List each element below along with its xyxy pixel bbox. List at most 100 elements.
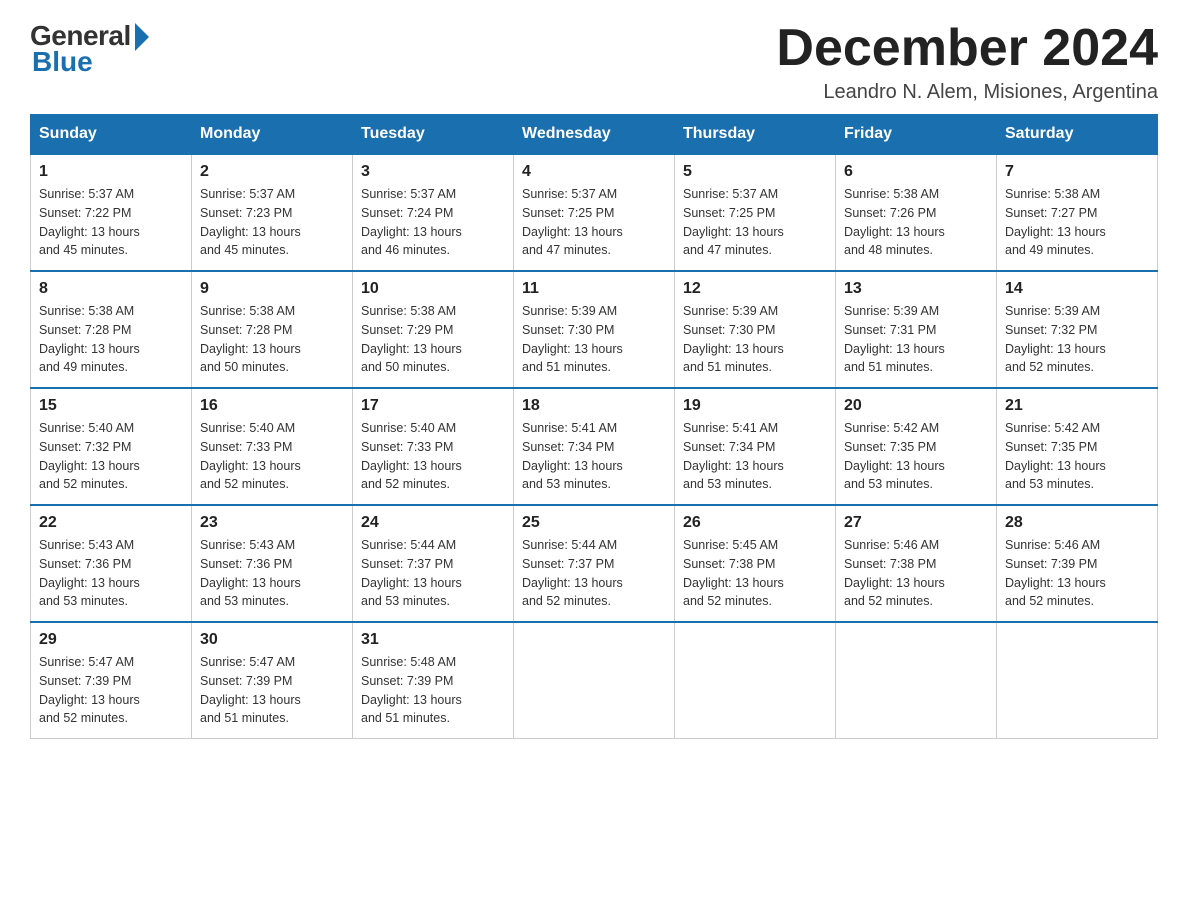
day-cell-8: 8 Sunrise: 5:38 AMSunset: 7:28 PMDaylight… — [31, 271, 192, 388]
day-number: 26 — [683, 514, 827, 532]
day-info: Sunrise: 5:42 AMSunset: 7:35 PMDaylight:… — [1005, 419, 1149, 494]
day-number: 3 — [361, 163, 505, 181]
header-thursday: Thursday — [675, 115, 836, 155]
day-info: Sunrise: 5:43 AMSunset: 7:36 PMDaylight:… — [200, 536, 344, 611]
day-number: 7 — [1005, 163, 1149, 181]
day-number: 8 — [39, 280, 183, 298]
day-info: Sunrise: 5:48 AMSunset: 7:39 PMDaylight:… — [361, 653, 505, 728]
day-cell-6: 6 Sunrise: 5:38 AMSunset: 7:26 PMDaylight… — [836, 154, 997, 271]
day-cell-9: 9 Sunrise: 5:38 AMSunset: 7:28 PMDaylight… — [192, 271, 353, 388]
day-info: Sunrise: 5:44 AMSunset: 7:37 PMDaylight:… — [361, 536, 505, 611]
day-number: 18 — [522, 397, 666, 415]
day-cell-24: 24 Sunrise: 5:44 AMSunset: 7:37 PMDayligh… — [353, 505, 514, 622]
title-section: December 2024 Leandro N. Alem, Misiones,… — [776, 20, 1158, 104]
day-cell-4: 4 Sunrise: 5:37 AMSunset: 7:25 PMDaylight… — [514, 154, 675, 271]
day-info: Sunrise: 5:38 AMSunset: 7:28 PMDaylight:… — [39, 302, 183, 377]
day-cell-23: 23 Sunrise: 5:43 AMSunset: 7:36 PMDayligh… — [192, 505, 353, 622]
day-cell-5: 5 Sunrise: 5:37 AMSunset: 7:25 PMDaylight… — [675, 154, 836, 271]
day-number: 9 — [200, 280, 344, 298]
day-cell-18: 18 Sunrise: 5:41 AMSunset: 7:34 PMDayligh… — [514, 388, 675, 505]
day-cell-19: 19Sunrise: 5:41 AMSunset: 7:34 PMDayligh… — [675, 388, 836, 505]
empty-cell — [514, 622, 675, 739]
day-info: Sunrise: 5:37 AMSunset: 7:25 PMDaylight:… — [683, 185, 827, 260]
page-header: General Blue December 2024 Leandro N. Al… — [30, 20, 1158, 104]
day-cell-17: 17 Sunrise: 5:40 AMSunset: 7:33 PMDayligh… — [353, 388, 514, 505]
day-cell-12: 12 Sunrise: 5:39 AMSunset: 7:30 PMDayligh… — [675, 271, 836, 388]
day-number: 23 — [200, 514, 344, 532]
day-info: Sunrise: 5:37 AMSunset: 7:22 PMDaylight:… — [39, 185, 183, 260]
logo-arrow-icon — [135, 23, 149, 51]
day-cell-10: 10Sunrise: 5:38 AMSunset: 7:29 PMDayligh… — [353, 271, 514, 388]
week-row-2: 8 Sunrise: 5:38 AMSunset: 7:28 PMDaylight… — [31, 271, 1158, 388]
day-info: Sunrise: 5:38 AMSunset: 7:29 PMDaylight:… — [361, 302, 505, 377]
day-info: Sunrise: 5:39 AMSunset: 7:31 PMDaylight:… — [844, 302, 988, 377]
day-info: Sunrise: 5:42 AMSunset: 7:35 PMDaylight:… — [844, 419, 988, 494]
day-cell-14: 14 Sunrise: 5:39 AMSunset: 7:32 PMDayligh… — [997, 271, 1158, 388]
header-friday: Friday — [836, 115, 997, 155]
day-info: Sunrise: 5:40 AMSunset: 7:32 PMDaylight:… — [39, 419, 183, 494]
day-number: 12 — [683, 280, 827, 298]
day-cell-21: 21Sunrise: 5:42 AMSunset: 7:35 PMDayligh… — [997, 388, 1158, 505]
empty-cell — [836, 622, 997, 739]
week-row-4: 22 Sunrise: 5:43 AMSunset: 7:36 PMDayligh… — [31, 505, 1158, 622]
header-saturday: Saturday — [997, 115, 1158, 155]
day-cell-31: 31 Sunrise: 5:48 AMSunset: 7:39 PMDayligh… — [353, 622, 514, 739]
day-cell-11: 11 Sunrise: 5:39 AMSunset: 7:30 PMDayligh… — [514, 271, 675, 388]
calendar-table: SundayMondayTuesdayWednesdayThursdayFrid… — [30, 114, 1158, 739]
day-info: Sunrise: 5:40 AMSunset: 7:33 PMDaylight:… — [200, 419, 344, 494]
day-cell-16: 16 Sunrise: 5:40 AMSunset: 7:33 PMDayligh… — [192, 388, 353, 505]
day-info: Sunrise: 5:46 AMSunset: 7:39 PMDaylight:… — [1005, 536, 1149, 611]
logo: General Blue — [30, 20, 149, 78]
day-info: Sunrise: 5:43 AMSunset: 7:36 PMDaylight:… — [39, 536, 183, 611]
day-info: Sunrise: 5:38 AMSunset: 7:27 PMDaylight:… — [1005, 185, 1149, 260]
day-number: 31 — [361, 631, 505, 649]
day-info: Sunrise: 5:37 AMSunset: 7:23 PMDaylight:… — [200, 185, 344, 260]
day-cell-26: 26 Sunrise: 5:45 AMSunset: 7:38 PMDayligh… — [675, 505, 836, 622]
header-tuesday: Tuesday — [353, 115, 514, 155]
day-number: 30 — [200, 631, 344, 649]
logo-blue-text: Blue — [32, 46, 93, 78]
day-number: 14 — [1005, 280, 1149, 298]
day-cell-3: 3Sunrise: 5:37 AMSunset: 7:24 PMDaylight… — [353, 154, 514, 271]
day-info: Sunrise: 5:39 AMSunset: 7:30 PMDaylight:… — [522, 302, 666, 377]
day-info: Sunrise: 5:39 AMSunset: 7:30 PMDaylight:… — [683, 302, 827, 377]
day-number: 11 — [522, 280, 666, 298]
day-info: Sunrise: 5:44 AMSunset: 7:37 PMDaylight:… — [522, 536, 666, 611]
day-number: 28 — [1005, 514, 1149, 532]
day-number: 6 — [844, 163, 988, 181]
header-monday: Monday — [192, 115, 353, 155]
week-row-1: 1 Sunrise: 5:37 AMSunset: 7:22 PMDaylight… — [31, 154, 1158, 271]
day-info: Sunrise: 5:41 AMSunset: 7:34 PMDaylight:… — [522, 419, 666, 494]
day-info: Sunrise: 5:45 AMSunset: 7:38 PMDaylight:… — [683, 536, 827, 611]
day-number: 13 — [844, 280, 988, 298]
day-cell-22: 22 Sunrise: 5:43 AMSunset: 7:36 PMDayligh… — [31, 505, 192, 622]
day-number: 29 — [39, 631, 183, 649]
location: Leandro N. Alem, Misiones, Argentina — [776, 81, 1158, 104]
day-cell-25: 25 Sunrise: 5:44 AMSunset: 7:37 PMDayligh… — [514, 505, 675, 622]
day-cell-29: 29 Sunrise: 5:47 AMSunset: 7:39 PMDayligh… — [31, 622, 192, 739]
day-number: 4 — [522, 163, 666, 181]
day-number: 22 — [39, 514, 183, 532]
day-number: 1 — [39, 163, 183, 181]
day-info: Sunrise: 5:46 AMSunset: 7:38 PMDaylight:… — [844, 536, 988, 611]
day-cell-2: 2Sunrise: 5:37 AMSunset: 7:23 PMDaylight… — [192, 154, 353, 271]
day-info: Sunrise: 5:39 AMSunset: 7:32 PMDaylight:… — [1005, 302, 1149, 377]
day-info: Sunrise: 5:38 AMSunset: 7:26 PMDaylight:… — [844, 185, 988, 260]
day-number: 24 — [361, 514, 505, 532]
day-number: 5 — [683, 163, 827, 181]
day-number: 19 — [683, 397, 827, 415]
day-number: 17 — [361, 397, 505, 415]
day-info: Sunrise: 5:47 AMSunset: 7:39 PMDaylight:… — [39, 653, 183, 728]
day-cell-20: 20Sunrise: 5:42 AMSunset: 7:35 PMDayligh… — [836, 388, 997, 505]
month-title: December 2024 — [776, 20, 1158, 77]
week-row-5: 29 Sunrise: 5:47 AMSunset: 7:39 PMDayligh… — [31, 622, 1158, 739]
day-number: 16 — [200, 397, 344, 415]
day-info: Sunrise: 5:37 AMSunset: 7:25 PMDaylight:… — [522, 185, 666, 260]
header-wednesday: Wednesday — [514, 115, 675, 155]
day-cell-28: 28 Sunrise: 5:46 AMSunset: 7:39 PMDayligh… — [997, 505, 1158, 622]
calendar-header-row: SundayMondayTuesdayWednesdayThursdayFrid… — [31, 115, 1158, 155]
day-info: Sunrise: 5:38 AMSunset: 7:28 PMDaylight:… — [200, 302, 344, 377]
day-info: Sunrise: 5:40 AMSunset: 7:33 PMDaylight:… — [361, 419, 505, 494]
empty-cell — [997, 622, 1158, 739]
day-number: 25 — [522, 514, 666, 532]
